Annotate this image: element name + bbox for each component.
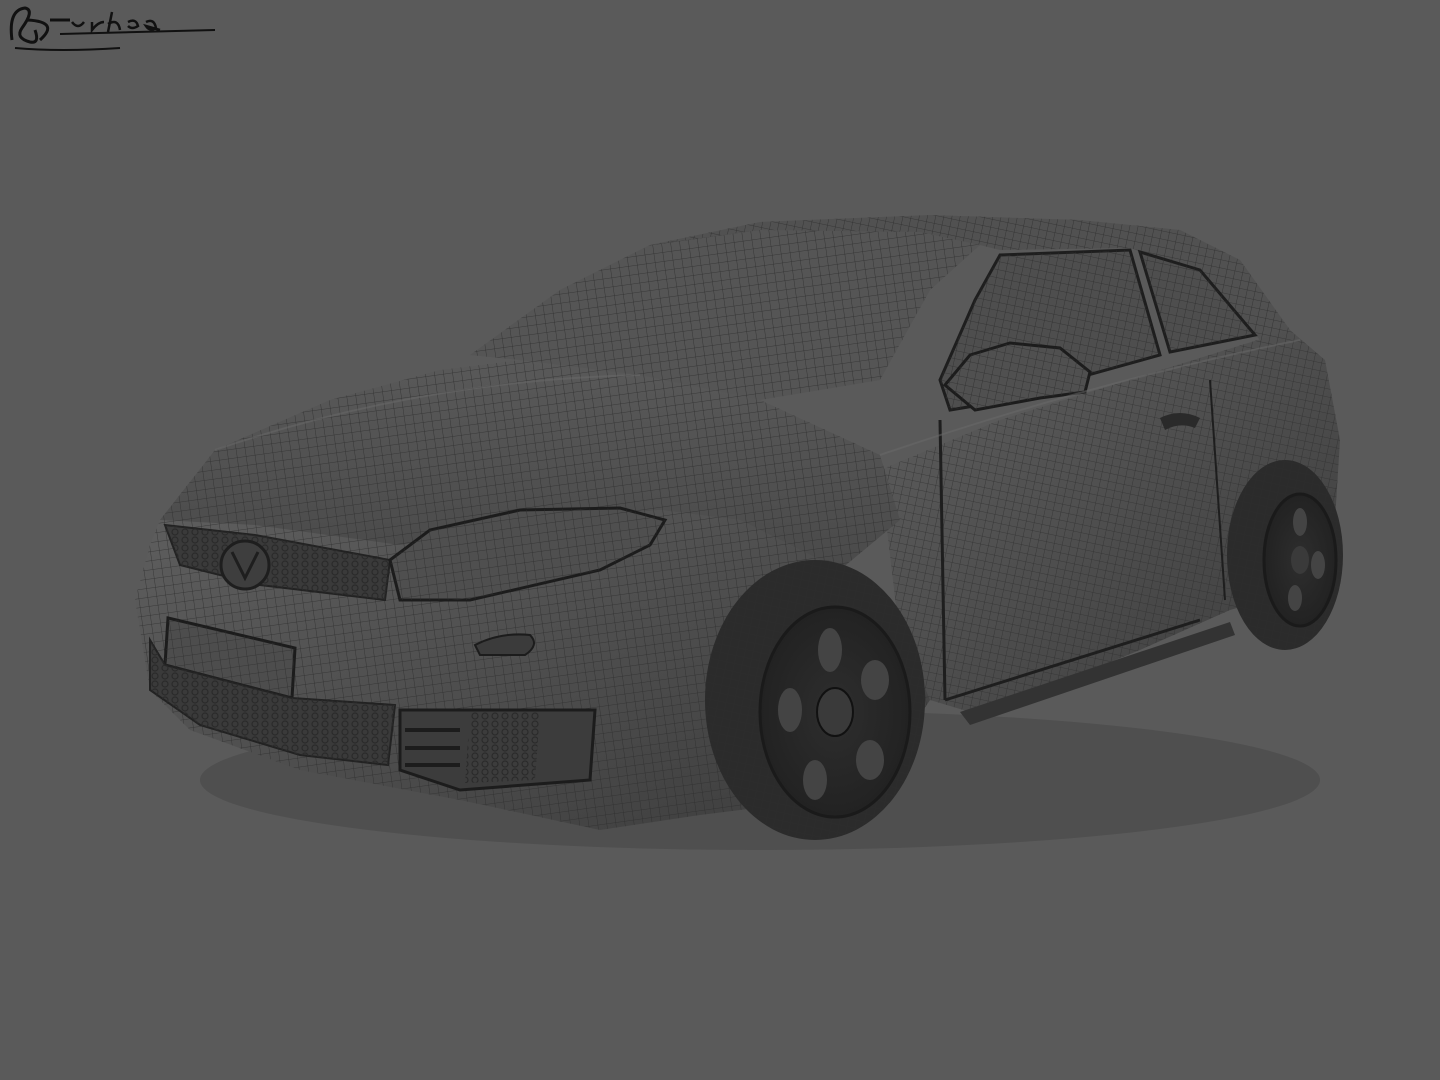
rear-wheel [1227,460,1343,650]
front-wheel [705,560,925,840]
brand-badge-icon [219,539,271,591]
car-render [135,215,1343,850]
artist-signature [9,6,216,51]
render-viewport [0,0,1440,1080]
